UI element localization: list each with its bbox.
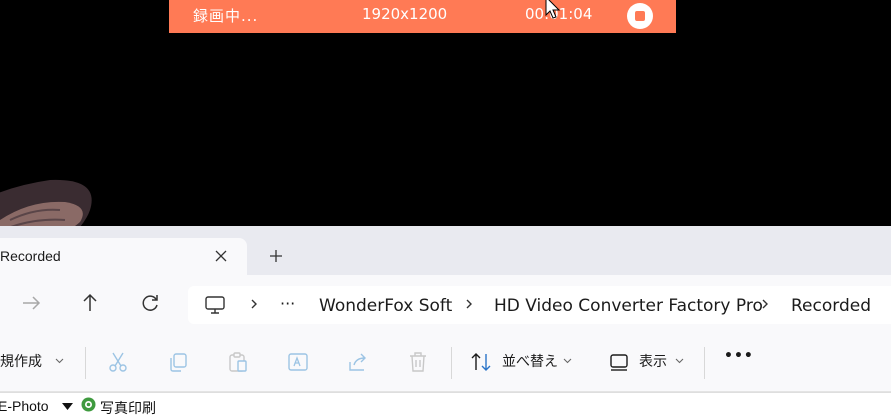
caret-down-icon[interactable] [62,403,73,411]
tab-bar: Recorded [0,226,891,275]
monitor-icon[interactable] [204,294,226,316]
cut-icon[interactable] [106,350,130,374]
chevron-right-icon[interactable] [758,297,772,311]
file-explorer-window: Recorded ··· WonderFox Soft HD Video Con… [0,226,891,419]
tab-label: Recorded [0,248,61,264]
paste-icon[interactable] [226,350,250,374]
view-button[interactable]: 表示 [639,351,667,371]
view-icon[interactable] [607,350,631,374]
plus-icon[interactable] [268,248,284,264]
more-options-button[interactable]: ••• [724,348,754,364]
tab-recorded[interactable]: Recorded [0,238,247,275]
close-icon[interactable] [213,248,229,264]
chevron-down-icon [675,358,684,364]
command-bar: 新規作成 [0,331,891,392]
breadcrumb-item-recorded[interactable]: Recorded [791,296,871,316]
recording-status: 録画中... [193,7,259,25]
refresh-icon[interactable] [138,291,162,315]
sort-icon[interactable] [469,350,493,374]
video-preview: 録画中... 1920x1200 00:01:04 [0,0,891,226]
chevron-down-icon [55,358,64,364]
arrow-up-icon[interactable] [78,291,102,315]
recording-resolution: 1920x1200 [362,5,448,23]
recording-bar: 録画中... 1920x1200 00:01:04 [169,0,676,33]
chevron-right-icon[interactable] [462,297,476,311]
chevron-down-icon [563,358,572,364]
breadcrumb-item-wonderfox[interactable]: WonderFox Soft [319,296,452,316]
delete-icon[interactable] [406,350,430,374]
photo-print-button[interactable]: 写真印刷 [100,398,156,418]
rename-icon[interactable] [286,350,310,374]
preview-figure [0,179,92,226]
navigation-bar: ··· WonderFox Soft HD Video Converter Fa… [0,275,891,331]
stop-icon [635,11,645,21]
copy-icon[interactable] [166,350,190,374]
address-bar[interactable]: ··· WonderFox Soft HD Video Converter Fa… [188,286,891,324]
arrow-right-icon[interactable] [19,291,43,315]
breadcrumb-item-hd-video-converter[interactable]: HD Video Converter Factory Pro [494,296,763,316]
mouse-cursor-icon [545,0,561,19]
breadcrumb-overflow[interactable]: ··· [280,294,295,313]
print-icon [81,397,96,412]
toolbar-divider [85,347,86,379]
new-button[interactable]: 新規作成 [0,351,42,371]
toolbar-divider [704,347,705,379]
toolbar-divider [451,347,452,379]
ephoto-label[interactable]: E-Photo [0,398,49,414]
stop-recording-button[interactable] [627,3,653,29]
chevron-right-icon[interactable] [247,297,261,311]
share-icon[interactable] [346,350,370,374]
sort-button[interactable]: 並べ替え [502,351,558,371]
details-bar: E-Photo 写真印刷 [0,392,891,419]
